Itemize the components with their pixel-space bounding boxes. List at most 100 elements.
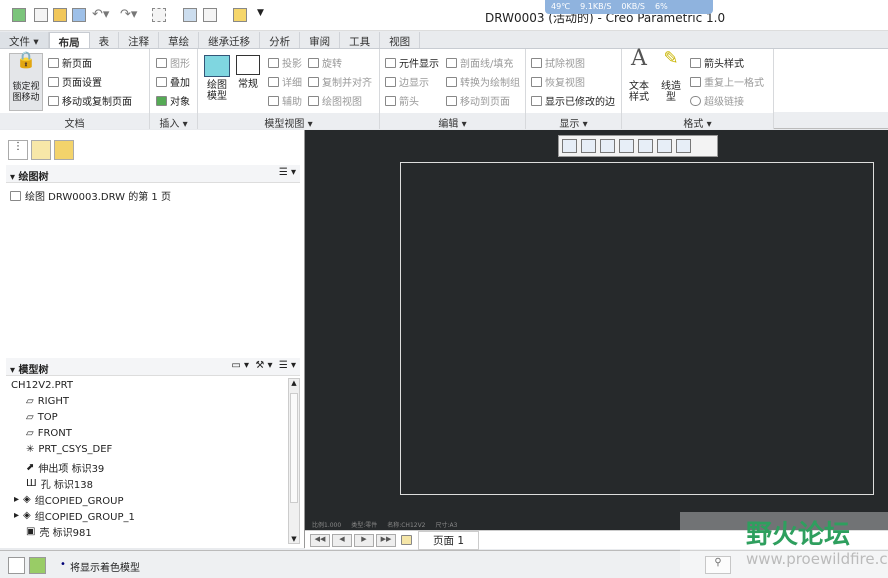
- navigator-toggle-icon[interactable]: [8, 557, 25, 574]
- label: 线造型: [661, 81, 681, 103]
- tab-view[interactable]: 视图: [380, 32, 421, 48]
- convert-draft-group-button[interactable]: 转换为绘制组: [446, 74, 520, 89]
- new-icon[interactable]: [34, 8, 48, 22]
- hyperlink-button[interactable]: 超级链接: [690, 93, 744, 108]
- tree-item-group-1[interactable]: ▸ ◈ 组COPIED_GROUP_1: [14, 508, 135, 523]
- datum-display-icon[interactable]: [676, 139, 691, 153]
- component-display-button[interactable]: 元件显示: [385, 55, 439, 70]
- favorites-tab-icon[interactable]: [54, 140, 74, 160]
- show-modified-edges-button[interactable]: 显示已修改的边: [531, 93, 615, 108]
- windows-icon[interactable]: [203, 8, 217, 22]
- tree-item-csys[interactable]: ✳ PRT_CSYS_DEF: [26, 444, 112, 455]
- drawing-model-button[interactable]: 绘图模型: [202, 55, 232, 102]
- download-speed: 9.1KB/S: [580, 2, 612, 11]
- page-setup-button[interactable]: 页面设置: [48, 74, 102, 89]
- tab-sketch[interactable]: 草绘: [159, 32, 200, 48]
- tab-legacy[interactable]: 继承迁移: [199, 32, 261, 48]
- drawing-view-button[interactable]: 绘图视图: [308, 93, 362, 108]
- group-insert: 图形 叠加 对象 插入 ▾: [150, 49, 198, 130]
- next-page-button[interactable]: ▶: [354, 533, 374, 547]
- display-style-icon[interactable]: [638, 139, 653, 153]
- tree-item-extrude[interactable]: ⬈ 伸出项 标识39: [26, 460, 104, 475]
- scroll-up-icon[interactable]: ▲: [289, 379, 299, 391]
- object-button[interactable]: 对象: [156, 93, 190, 108]
- tab-layout[interactable]: 布局: [48, 32, 90, 49]
- tree-item-top[interactable]: ▱ TOP: [26, 412, 58, 423]
- arrow-button[interactable]: 箭头: [385, 93, 419, 108]
- group-label: 插入: [159, 119, 180, 130]
- tree-item-front[interactable]: ▱ FRONT: [26, 428, 72, 439]
- hatch-button[interactable]: 剖面线/填充: [446, 55, 513, 70]
- arrow-icon: [385, 95, 396, 106]
- drawing-tree-header[interactable]: ▾ 绘图树 ☰ ▾: [6, 165, 300, 183]
- copy-align-button[interactable]: 复制并对齐: [308, 74, 372, 89]
- model-tree-tools[interactable]: ▭ ▾ ⚒ ▾ ☰ ▾: [231, 360, 296, 371]
- graphic-button[interactable]: 图形: [156, 55, 190, 70]
- save-icon[interactable]: [72, 8, 86, 22]
- tab-analysis[interactable]: 分析: [260, 32, 301, 48]
- model-tree-header[interactable]: ▾ 模型树 ▭ ▾ ⚒ ▾ ☰ ▾: [6, 358, 300, 376]
- model-views-dropdown[interactable]: 模型视图 ▾: [198, 113, 379, 130]
- display-dropdown[interactable]: 显示 ▾: [526, 113, 621, 130]
- regenerate-icon[interactable]: [183, 8, 197, 22]
- insert-dropdown[interactable]: 插入 ▾: [150, 113, 197, 130]
- tree-settings-icon[interactable]: ☰ ▾: [279, 167, 296, 178]
- scroll-thumb[interactable]: [290, 393, 298, 503]
- repeat-format-button[interactable]: 重复上一格式: [690, 74, 764, 89]
- saved-views-icon[interactable]: [657, 139, 672, 153]
- line-style-button[interactable]: ✎ 线造型: [656, 50, 686, 104]
- new-page-button[interactable]: 新页面: [48, 55, 92, 70]
- customize-toolbar-icon[interactable]: ▼: [257, 8, 264, 18]
- tree-item-group[interactable]: ▸ ◈ 组COPIED_GROUP: [14, 492, 124, 507]
- tree-tab-icon[interactable]: ⋮: [8, 140, 28, 160]
- redo-icon[interactable]: ↷▾: [120, 7, 137, 22]
- tree-item-hole[interactable]: Ш孔 标识138: [26, 476, 93, 491]
- erase-view-button[interactable]: 拭除视图: [531, 55, 585, 70]
- folder-tab-icon[interactable]: [31, 140, 51, 160]
- detail-button[interactable]: 详细: [268, 74, 302, 89]
- new-page-icon[interactable]: [401, 535, 412, 545]
- text-style-button[interactable]: A 文本样式: [624, 48, 654, 104]
- model-tree-scrollbar[interactable]: ▲ ▼: [288, 378, 300, 544]
- tab-annotate[interactable]: 注释: [119, 32, 160, 48]
- label: 对象: [170, 97, 190, 108]
- edge-display-button[interactable]: 边显示: [385, 74, 429, 89]
- prev-page-button[interactable]: ◀: [332, 533, 352, 547]
- last-page-button[interactable]: ▶▶: [376, 533, 396, 547]
- arrow-style-button[interactable]: 箭头样式: [690, 55, 744, 70]
- general-view-button[interactable]: 常规: [234, 55, 262, 90]
- move-copy-page-button[interactable]: 移动或复制页面: [48, 93, 132, 108]
- zoom-fit-icon[interactable]: [562, 139, 577, 153]
- format-dropdown[interactable]: 格式 ▾: [622, 113, 773, 130]
- tab-review[interactable]: 审阅: [300, 32, 341, 48]
- undo-icon[interactable]: ↶▾: [92, 7, 109, 22]
- tree-item-shell[interactable]: ▣ 壳 标识981: [26, 524, 92, 539]
- lock-view-move-button[interactable]: 🔒 锁定视图移动: [9, 52, 43, 111]
- tree-item-right[interactable]: ▱ RIGHT: [26, 396, 69, 407]
- tab-tools[interactable]: 工具: [340, 32, 381, 48]
- zoom-out-icon[interactable]: [600, 139, 615, 153]
- move-to-page-button[interactable]: 移动到页面: [446, 93, 510, 108]
- model-tree-root[interactable]: CH12V2.PRT: [11, 380, 73, 391]
- close-window-icon[interactable]: [233, 8, 247, 22]
- page-tab-1[interactable]: 页面 1: [418, 530, 480, 550]
- auxiliary-button[interactable]: 辅助: [268, 93, 302, 108]
- label: 箭头样式: [704, 59, 744, 70]
- tab-table[interactable]: 表: [90, 32, 120, 48]
- overlay-button[interactable]: 叠加: [156, 74, 190, 89]
- resume-view-button[interactable]: 恢复视图: [531, 74, 585, 89]
- select-box-icon[interactable]: [152, 8, 166, 22]
- drawing-tree-item[interactable]: 绘图 DRW0003.DRW 的第 1 页: [10, 188, 171, 203]
- expand-icon[interactable]: ▸: [14, 494, 19, 505]
- zoom-in-icon[interactable]: [581, 139, 596, 153]
- scroll-down-icon[interactable]: ▼: [289, 535, 299, 543]
- repaint-icon[interactable]: [619, 139, 634, 153]
- edit-dropdown[interactable]: 编辑 ▾: [380, 113, 525, 130]
- first-page-button[interactable]: ◀◀: [310, 533, 330, 547]
- expand-icon[interactable]: ▸: [14, 510, 19, 521]
- projection-button[interactable]: 投影: [268, 55, 302, 70]
- revolve-button[interactable]: 旋转: [308, 55, 342, 70]
- tab-file[interactable]: 文件 ▾: [0, 32, 49, 48]
- browser-toggle-icon[interactable]: [29, 557, 46, 574]
- open-icon[interactable]: [53, 8, 67, 22]
